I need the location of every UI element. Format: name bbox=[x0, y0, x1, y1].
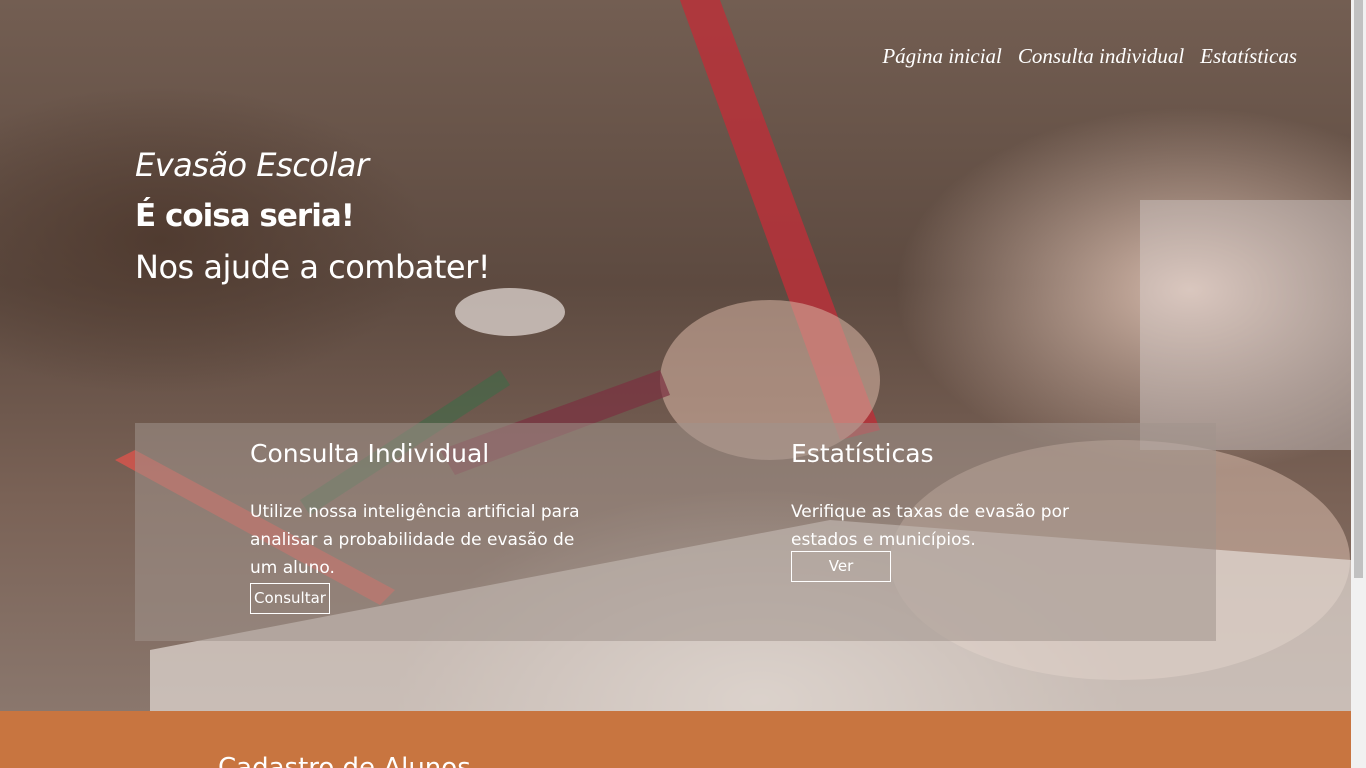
scrollbar-thumb[interactable] bbox=[1354, 0, 1363, 578]
cadastro-section-title: Cadastro de Alunos bbox=[218, 753, 471, 768]
hero-call-to-action: Nos ajude a combater! bbox=[135, 248, 491, 286]
hero-section: Página inicial Consulta individual Estat… bbox=[0, 0, 1351, 711]
page-scrollbar[interactable] bbox=[1351, 0, 1366, 768]
card-consulta-individual: Consulta Individual Utilize nossa inteli… bbox=[250, 439, 595, 614]
hero-subtitle: É coisa seria! bbox=[135, 198, 355, 234]
nav-link-estatisticas[interactable]: Estatísticas bbox=[1200, 44, 1297, 69]
cadastro-section: Cadastro de Alunos bbox=[0, 711, 1351, 768]
card-estatisticas-title: Estatísticas bbox=[791, 439, 934, 468]
hero-headline: Evasão Escolar É coisa seria! Nos ajude … bbox=[135, 140, 491, 293]
hero-title: Evasão Escolar bbox=[135, 146, 369, 184]
ver-button[interactable]: Ver bbox=[791, 551, 891, 582]
main-nav: Página inicial Consulta individual Estat… bbox=[882, 44, 1297, 69]
nav-link-consulta-individual[interactable]: Consulta individual bbox=[1018, 44, 1184, 69]
card-estatisticas-text: Verifique as taxas de evasão por estados… bbox=[791, 502, 1069, 550]
nav-link-home[interactable]: Página inicial bbox=[882, 44, 1002, 69]
card-estatisticas: Estatísticas Verifique as taxas de evasã… bbox=[791, 439, 1136, 582]
card-consulta-text: Utilize nossa inteligência artificial pa… bbox=[250, 502, 580, 578]
consultar-button[interactable]: Consultar bbox=[250, 583, 330, 614]
card-consulta-title: Consulta Individual bbox=[250, 439, 490, 468]
features-panel: Consulta Individual Utilize nossa inteli… bbox=[135, 423, 1216, 641]
